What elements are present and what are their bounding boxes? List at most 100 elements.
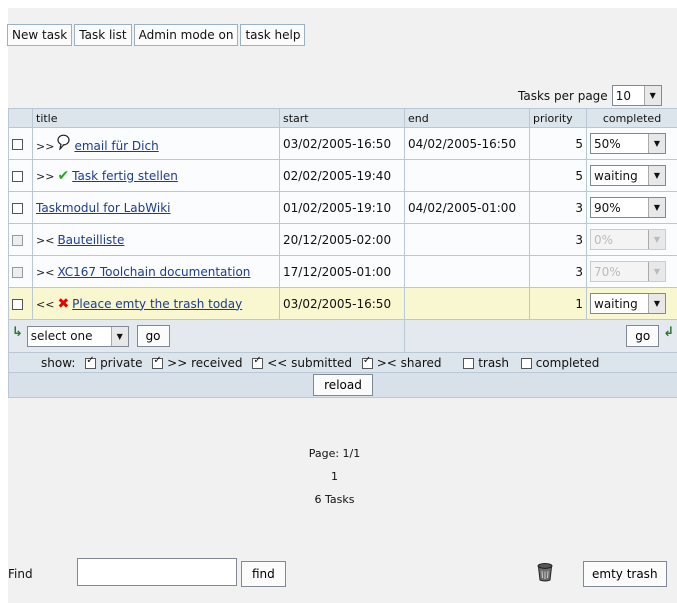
filter-received-label: >> received — [167, 355, 243, 370]
row-checkbox[interactable] — [12, 138, 23, 150]
direction-marker: << — [36, 297, 55, 311]
chevron-down-icon: ▼ — [648, 262, 665, 281]
chevron-down-icon: ▼ — [643, 86, 661, 105]
title-cell: >< Bauteilliste — [32, 223, 280, 256]
row-checkbox-cell — [8, 255, 33, 288]
task-title-link[interactable]: email für Dich — [74, 139, 158, 153]
find-bar: Find find emty trash — [8, 558, 677, 590]
filter-private-label: private — [100, 355, 143, 370]
filter-trash[interactable]: trash — [463, 356, 509, 370]
priority-cell: 3 — [529, 223, 587, 256]
chevron-down-icon: ▼ — [110, 326, 128, 346]
task-title-link[interactable]: XC167 Toolchain documentation — [57, 265, 250, 279]
filter-trash-checkbox[interactable] — [463, 357, 475, 369]
find-input[interactable] — [77, 558, 237, 586]
page-number-link[interactable]: 1 — [0, 470, 669, 483]
find-button[interactable]: find — [241, 561, 286, 587]
select-column-header — [8, 108, 33, 128]
chevron-down-icon: ▼ — [648, 198, 665, 217]
filter-completed[interactable]: completed — [520, 356, 599, 370]
completed-value: 90% — [594, 200, 621, 215]
title-column-header[interactable]: title — [32, 108, 280, 128]
admin-mode-button[interactable]: Admin mode on — [133, 24, 239, 46]
direction-marker: >< — [36, 233, 55, 247]
task-table: title start end priority completed >> ema… — [8, 108, 677, 398]
completed-select[interactable]: 90% ▼ — [590, 197, 666, 218]
filter-trash-label: trash — [478, 355, 510, 370]
bulk-action-select[interactable]: select one ▼ — [26, 325, 129, 347]
chevron-down-icon: ▼ — [648, 230, 665, 249]
start-cell: 02/02/2005-19:40 — [279, 159, 405, 192]
end-cell — [404, 159, 530, 192]
direction-marker: >> — [36, 139, 55, 153]
end-column-header[interactable]: end — [404, 108, 530, 128]
completed-select[interactable]: 50% ▼ — [590, 133, 666, 154]
table-row: >< XC167 Toolchain documentation 17/12/20… — [8, 255, 677, 288]
completed-value: waiting — [594, 296, 638, 311]
table-row: >> ✔ Task fertig stellen 02/02/2005-19:40 … — [8, 159, 677, 192]
completed-cell: 0% ▼ — [586, 223, 677, 256]
filter-received-checkbox[interactable] — [152, 355, 164, 369]
task-list-button[interactable]: Task list — [74, 24, 132, 46]
task-title-link[interactable]: Bauteilliste — [57, 233, 124, 247]
start-cell: 01/02/2005-19:10 — [279, 191, 405, 224]
completed-cell: waiting ▼ — [586, 287, 677, 320]
bulk-action-right: go ↲ — [404, 319, 677, 353]
arrow-down-right-icon: ↳ — [12, 325, 23, 340]
completed-value: 50% — [594, 136, 621, 151]
filter-completed-checkbox[interactable] — [520, 357, 532, 369]
filter-shared[interactable]: >< shared — [361, 355, 442, 370]
go-button-right[interactable]: go — [626, 325, 660, 347]
end-cell — [404, 287, 530, 320]
title-cell: >> email für Dich — [32, 127, 280, 160]
priority-cell: 3 — [529, 255, 587, 288]
table-header-row: title start end priority completed — [8, 108, 677, 128]
start-cell: 17/12/2005-01:00 — [279, 255, 405, 288]
filter-private-checkbox[interactable] — [85, 355, 97, 369]
completed-cell: 50% ▼ — [586, 127, 677, 160]
start-cell: 20/12/2005-02:00 — [279, 223, 405, 256]
start-column-header[interactable]: start — [279, 108, 405, 128]
reload-button[interactable]: reload — [313, 374, 373, 396]
priority-cell: 5 — [529, 127, 587, 160]
completed-column-header[interactable]: completed — [586, 108, 677, 128]
row-checkbox-cell — [8, 159, 33, 192]
priority-cell: 1 — [529, 287, 587, 320]
filter-shared-checkbox[interactable] — [361, 355, 373, 369]
reload-cell: reload — [8, 372, 677, 398]
show-label: show: — [41, 355, 76, 370]
tasks-per-page-select[interactable]: 10 ▼ — [611, 85, 662, 106]
priority-column-header[interactable]: priority — [529, 108, 587, 128]
go-button-left[interactable]: go — [136, 325, 170, 347]
bulk-action-value: select one — [30, 329, 93, 343]
tasks-per-page-value: 10 — [615, 88, 631, 103]
row-checkbox[interactable] — [12, 202, 23, 214]
row-checkbox[interactable] — [12, 170, 23, 182]
empty-trash-button[interactable]: emty trash — [583, 561, 667, 587]
filter-submitted[interactable]: << submitted — [252, 355, 353, 370]
filter-submitted-checkbox[interactable] — [252, 355, 264, 369]
new-task-button[interactable]: New task — [7, 24, 73, 46]
task-help-button[interactable]: task help — [240, 24, 306, 46]
filter-submitted-label: << submitted — [267, 355, 353, 370]
filter-received[interactable]: >> received — [152, 355, 243, 370]
tasks-per-page: Tasks per page 10 ▼ — [518, 85, 662, 106]
completed-value: 0% — [594, 232, 614, 247]
row-checkbox[interactable] — [12, 266, 23, 278]
priority-cell: 5 — [529, 159, 587, 192]
row-checkbox[interactable] — [12, 234, 23, 246]
task-title-link[interactable]: Task fertig stellen — [72, 169, 178, 183]
end-cell: 04/02/2005-01:00 — [404, 191, 530, 224]
task-title-link[interactable]: Taskmodul for LabWiki — [36, 201, 171, 215]
end-cell: 04/02/2005-16:50 — [404, 127, 530, 160]
completed-select[interactable]: waiting ▼ — [590, 165, 666, 186]
row-checkbox[interactable] — [12, 298, 23, 310]
filter-private[interactable]: private — [85, 355, 143, 370]
title-cell: << ✖ Pleace emty the trash today — [32, 287, 280, 320]
completed-select[interactable]: waiting ▼ — [590, 293, 666, 314]
task-title-link[interactable]: Pleace emty the trash today — [72, 297, 242, 311]
completed-cell: 90% ▼ — [586, 191, 677, 224]
red-x-icon: ✖ — [57, 295, 70, 312]
end-cell — [404, 255, 530, 288]
completed-cell: waiting ▼ — [586, 159, 677, 192]
